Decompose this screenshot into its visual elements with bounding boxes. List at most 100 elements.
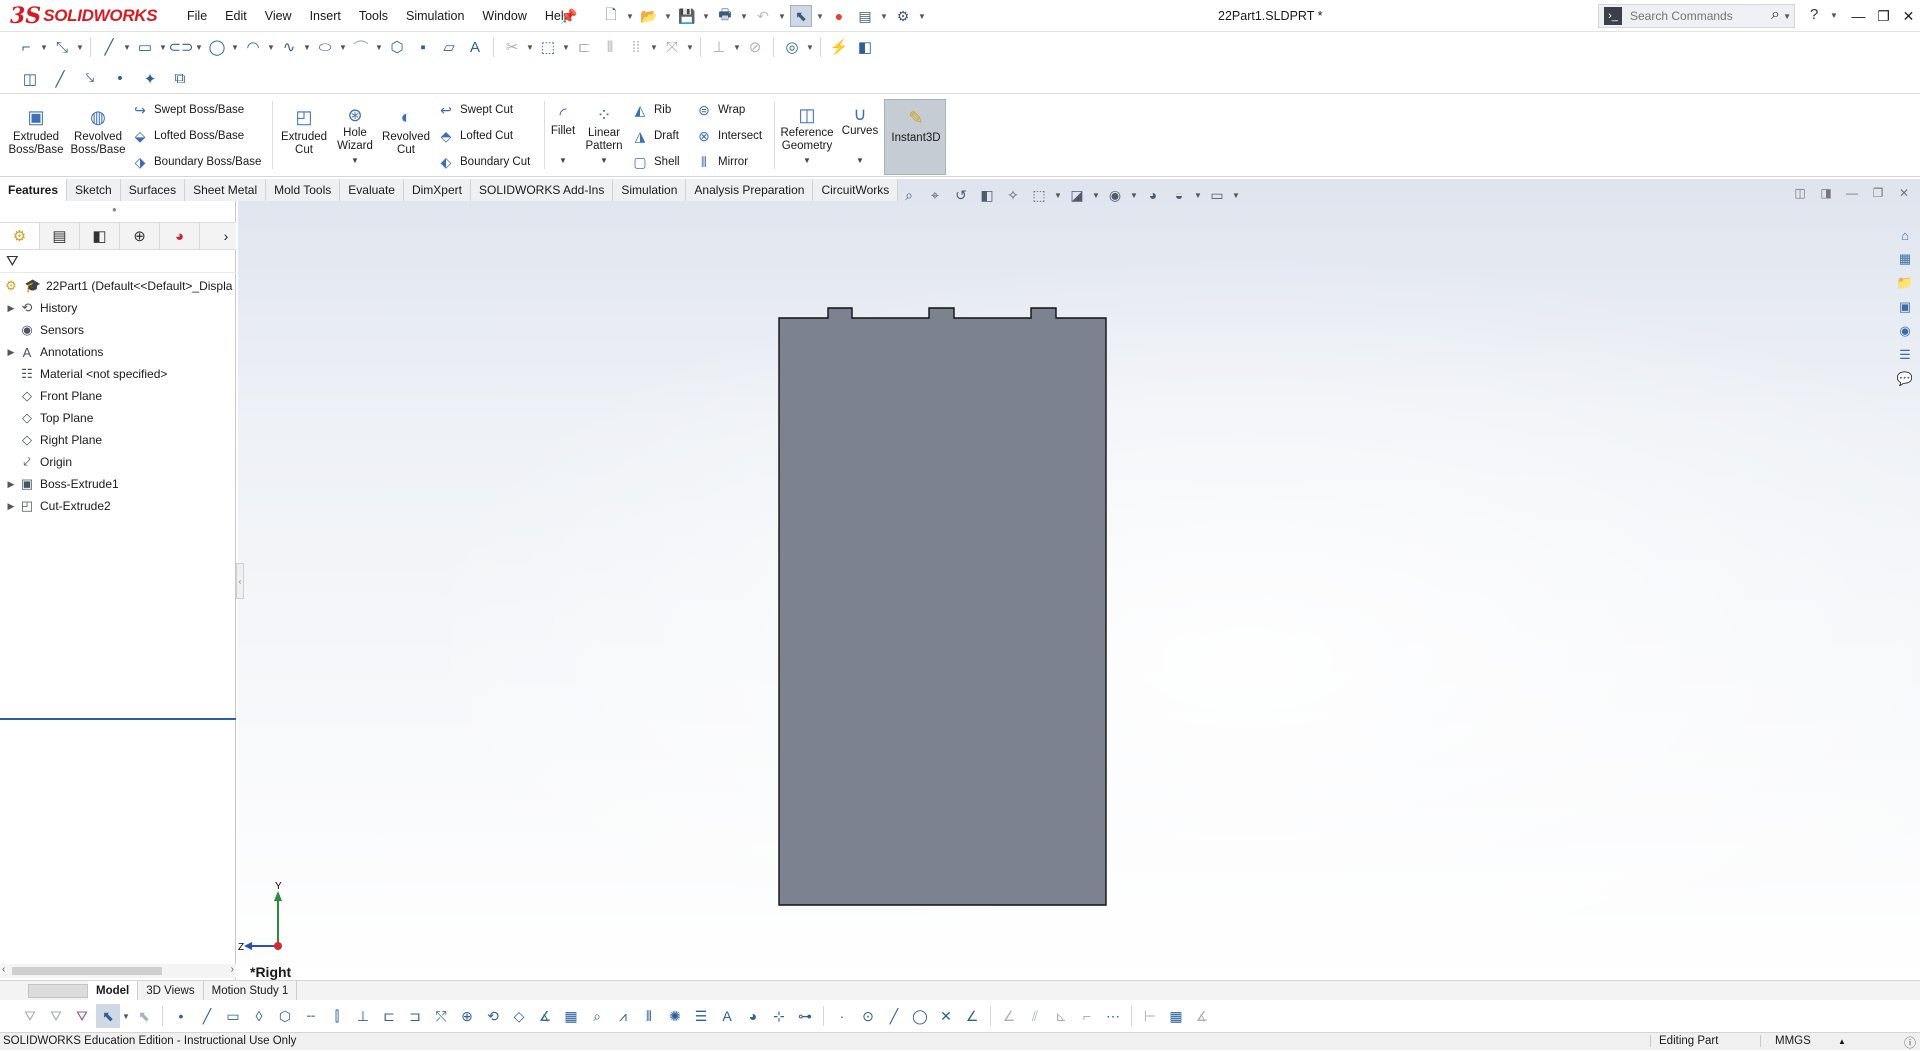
scroll-left-icon[interactable]: ‹ bbox=[2, 964, 5, 975]
boundary-boss-button[interactable]: ⬗ Boundary Boss/Base bbox=[130, 151, 262, 173]
sketch-3d-icon[interactable]: ⬡ bbox=[273, 1004, 297, 1028]
tab-model[interactable]: Model bbox=[88, 980, 139, 1001]
feature-manager-tab-icon[interactable]: ⚙ bbox=[0, 223, 40, 249]
sketch-angle-icon[interactable]: ∡ bbox=[533, 1004, 557, 1028]
panel-grip-icon[interactable]: ● bbox=[112, 205, 117, 214]
tree-item-cut-extrude2[interactable]: ▶ ◰ Cut-Extrude2 bbox=[0, 495, 236, 517]
swept-boss-button[interactable]: ↪ Swept Boss/Base bbox=[130, 99, 244, 121]
instant3d-button[interactable]: ✎ Instant3D bbox=[884, 99, 946, 175]
point-icon[interactable]: ▪ bbox=[411, 35, 435, 59]
open-dropdown-icon[interactable]: ▼ bbox=[664, 5, 672, 27]
snap-distance-icon[interactable]: ⋯ bbox=[1101, 1004, 1125, 1028]
tab-motion-study-1[interactable]: Motion Study 1 bbox=[204, 980, 298, 1001]
fillet-dropdown-icon[interactable]: ▼ bbox=[559, 154, 567, 167]
lofted-boss-button[interactable]: ⬙ Lofted Boss/Base bbox=[130, 125, 245, 147]
tree-item-top-plane[interactable]: ◇ Top Plane bbox=[0, 407, 236, 429]
curves-dropdown-icon[interactable]: ▼ bbox=[856, 154, 864, 167]
filter-icon[interactable]: ⛛ bbox=[6, 253, 19, 270]
curves-button[interactable]: ∪ Curves ▼ bbox=[832, 105, 888, 167]
snap-grid-icon[interactable]: ▦ bbox=[1164, 1004, 1188, 1028]
trim-entities-icon[interactable]: ✂ bbox=[500, 35, 524, 59]
tree-item-history[interactable]: ▶ ⟲ History bbox=[0, 297, 236, 319]
graphics-area[interactable]: ⌕ ⌖ ↺ ◧ ✧ ⬚ ▼ ◪ ▼ ◉ ▼ ◕ ◒ ▼ ▭ ▼ ◫ ◨ — ❐ ✕ ⌂ ▦… bbox=[238, 179, 1920, 980]
tree-item-sensors[interactable]: ◉ Sensors bbox=[0, 319, 236, 341]
options-dropdown-icon[interactable]: ▼ bbox=[918, 5, 926, 27]
line-icon[interactable]: ╱ bbox=[97, 35, 121, 59]
sketch-fix-icon[interactable]: ◇ bbox=[507, 1004, 531, 1028]
select-tool-dropdown-icon[interactable]: ▼ bbox=[122, 1005, 130, 1027]
snap-angle-icon[interactable]: ∠ bbox=[997, 1004, 1021, 1028]
rollback-bar[interactable] bbox=[0, 718, 236, 720]
intersect-button[interactable]: ⊗ Intersect bbox=[694, 125, 762, 147]
boundary-cut-button[interactable]: ⬖ Boundary Cut bbox=[436, 151, 531, 173]
sketch-rotate-icon[interactable]: ⟲ bbox=[481, 1004, 505, 1028]
extruded-cut-button[interactable]: ◰ Extruded Cut bbox=[275, 105, 333, 167]
tree-item-annotations[interactable]: ▶ A Annotations bbox=[0, 341, 236, 363]
tab-dimxpert[interactable]: DimXpert bbox=[403, 179, 471, 201]
offset-entities-icon[interactable]: ⊏ bbox=[572, 35, 596, 59]
extruded-boss-button[interactable]: ▣ Extruded Boss/Base bbox=[7, 105, 65, 167]
tree-item-right-plane[interactable]: ◇ Right Plane bbox=[0, 429, 236, 451]
wrap-button[interactable]: ⊜ Wrap bbox=[694, 99, 745, 121]
expand-arrow-icon[interactable]: ▶ bbox=[4, 501, 18, 512]
help-icon[interactable]: ? bbox=[1810, 6, 1818, 23]
tab-sheet-metal[interactable]: Sheet Metal bbox=[185, 179, 267, 201]
menu-view[interactable]: View bbox=[256, 0, 301, 32]
snap-intersection-icon[interactable]: ✕ bbox=[934, 1004, 958, 1028]
new-dropdown-icon[interactable]: ▼ bbox=[626, 5, 634, 27]
search-commands-box[interactable]: ›_ ⌕ ▼ bbox=[1598, 4, 1795, 28]
sketch-midpoint-icon[interactable]: ⊥ bbox=[351, 1004, 375, 1028]
sketch-color-icon[interactable]: ◕ bbox=[741, 1004, 765, 1028]
mate-reference-icon[interactable]: ⧉ bbox=[168, 67, 192, 91]
text-icon[interactable]: A bbox=[463, 35, 487, 59]
scroll-right-icon[interactable]: › bbox=[231, 964, 234, 975]
sketch-constraint-icon[interactable]: ⊐ bbox=[403, 1004, 427, 1028]
plane-sketch-icon[interactable]: ▱ bbox=[437, 35, 461, 59]
trim-dropdown-icon[interactable]: ▼ bbox=[526, 36, 534, 58]
relations-dropdown-icon[interactable]: ▼ bbox=[733, 36, 741, 58]
snap-center-icon[interactable]: ⊙ bbox=[856, 1004, 880, 1028]
arc-icon[interactable]: ◠ bbox=[241, 35, 265, 59]
tab-scroll-navigator[interactable] bbox=[28, 983, 88, 998]
linear-sketch-pattern-icon[interactable]: ⁞⁞ bbox=[624, 35, 648, 59]
move-entities-icon[interactable]: ⤧ bbox=[660, 35, 684, 59]
pin-menu-icon[interactable]: 📌 bbox=[560, 8, 577, 25]
search-dropdown-icon[interactable]: ▼ bbox=[1783, 12, 1791, 21]
part-body-profile[interactable] bbox=[778, 307, 1107, 906]
rebuild-icon[interactable]: ● bbox=[828, 5, 850, 27]
tab-evaluate[interactable]: Evaluate bbox=[340, 179, 404, 201]
tab-sketch[interactable]: Sketch bbox=[67, 179, 121, 201]
solidworks-logo[interactable]: 3S SOLIDWORKS bbox=[10, 4, 158, 28]
save-icon[interactable]: 💾 bbox=[676, 5, 698, 27]
more-tabs-chevron-icon[interactable]: › bbox=[216, 223, 236, 249]
convert-dropdown-icon[interactable]: ▼ bbox=[562, 36, 570, 58]
snap-angle2-icon[interactable]: ∡ bbox=[1190, 1004, 1214, 1028]
sketch-plane-icon[interactable]: ◊ bbox=[247, 1004, 271, 1028]
sketch-dropdown-icon[interactable]: ▼ bbox=[40, 36, 48, 58]
tree-root-part[interactable]: ⚙ 🎓 22Part1 (Default<<Default>_Displa bbox=[0, 275, 236, 297]
search-commands-input[interactable] bbox=[1628, 8, 1768, 24]
save-dropdown-icon[interactable]: ▼ bbox=[702, 5, 710, 27]
hole-wizard-button[interactable]: ⊛ Hole Wizard ▼ bbox=[326, 105, 384, 167]
snap-circle-icon[interactable]: ◯ bbox=[908, 1004, 932, 1028]
open-document-icon[interactable]: 📂 bbox=[638, 5, 660, 27]
sketch-centerline-icon[interactable]: ╌ bbox=[299, 1004, 323, 1028]
polygon-icon[interactable]: ⬡ bbox=[385, 35, 409, 59]
ellipse-icon[interactable]: ⬭ bbox=[313, 35, 337, 59]
status-info-icon[interactable]: ⓘ bbox=[1904, 1034, 1916, 1051]
snap-parallel-icon[interactable]: ⫽ bbox=[1023, 1004, 1047, 1028]
circle-dropdown-icon[interactable]: ▼ bbox=[231, 36, 239, 58]
rapid-sketch-icon[interactable]: ⚡ bbox=[827, 35, 851, 59]
quick-snaps-dropdown-icon[interactable]: ▼ bbox=[806, 36, 814, 58]
tab-surfaces[interactable]: Surfaces bbox=[120, 179, 186, 201]
display-relations-icon[interactable]: ⊥ bbox=[707, 35, 731, 59]
spline-icon[interactable]: ∿ bbox=[277, 35, 301, 59]
menu-file[interactable]: File bbox=[178, 0, 216, 32]
sketch-mirror-icon[interactable]: ⫴ bbox=[637, 1004, 661, 1028]
panel-collapse-handle[interactable]: ‹ bbox=[236, 563, 244, 599]
tab-mold-tools[interactable]: Mold Tools bbox=[266, 179, 341, 201]
help-dropdown-icon[interactable]: ▼ bbox=[1830, 11, 1838, 20]
select-other-icon[interactable]: ⬉ bbox=[132, 1004, 156, 1028]
linear-pattern-button[interactable]: ⁘ Linear Pattern ▼ bbox=[575, 105, 633, 167]
reference-geometry-dropdown-icon[interactable]: ▼ bbox=[803, 154, 811, 167]
